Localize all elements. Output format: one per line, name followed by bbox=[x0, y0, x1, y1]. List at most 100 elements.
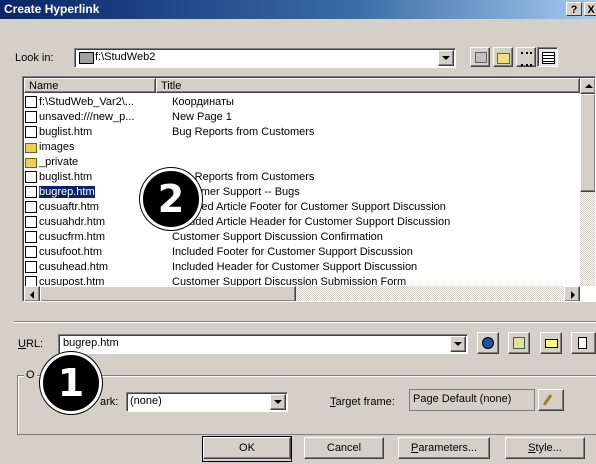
column-header-name[interactable]: Name bbox=[24, 78, 156, 93]
list-header: Name Title bbox=[24, 78, 580, 93]
list-item-name: _private bbox=[39, 155, 79, 168]
parameters-button[interactable]: Parameters... bbox=[398, 437, 490, 459]
globe-icon bbox=[482, 337, 494, 349]
list-item[interactable]: buglist.htm Bug Reports from Customers bbox=[24, 124, 314, 139]
bookmark-combo[interactable]: (none) bbox=[126, 392, 288, 412]
list-item-title: Included Article Footer for Customer Sup… bbox=[172, 200, 446, 213]
up-one-level-button[interactable] bbox=[470, 47, 490, 67]
optional-group-label: O bbox=[24, 369, 37, 381]
cancel-button[interactable]: Cancel bbox=[304, 437, 384, 459]
list-item-title: Included Footer for Customer Support Dis… bbox=[172, 245, 413, 258]
list-item-title: Координаты bbox=[172, 95, 234, 108]
scroll-up-button[interactable] bbox=[580, 78, 595, 94]
page-icon bbox=[25, 230, 37, 243]
chevron-left-icon bbox=[30, 291, 34, 299]
help-button[interactable]: ? bbox=[566, 2, 582, 16]
style-button[interactable]: Style... bbox=[505, 437, 585, 459]
folder-icon bbox=[25, 142, 37, 153]
scroll-left-button[interactable] bbox=[24, 286, 40, 301]
horizontal-scroll-thumb[interactable] bbox=[40, 286, 296, 301]
list-item-name: cusuhead.htm bbox=[39, 260, 109, 273]
page-icon bbox=[25, 275, 37, 286]
page-icon bbox=[25, 170, 37, 183]
chevron-down-icon bbox=[454, 342, 462, 346]
list-item-title: Customer Support Discussion Confirmation bbox=[172, 230, 383, 243]
close-button[interactable]: X bbox=[584, 2, 596, 16]
window-title: Create Hyperlink bbox=[4, 2, 100, 16]
annotation-badge-2: 2 bbox=[140, 168, 202, 230]
list-item-name: unsaved:///new_p... bbox=[39, 110, 135, 123]
list-item[interactable]: _private bbox=[24, 154, 172, 169]
list-rows: f:\StudWeb_Var2\... Координаты unsaved:///… bbox=[24, 94, 580, 286]
look-in-value: f:\StudWeb2 bbox=[95, 51, 156, 63]
list-item[interactable]: cusuahdr.htm Included Article Header for … bbox=[24, 214, 450, 229]
list-item-name: cusufoot.htm bbox=[39, 245, 102, 258]
folder-up-icon bbox=[475, 52, 487, 63]
new-folder-icon bbox=[497, 53, 510, 64]
chevron-right-icon bbox=[571, 291, 575, 299]
vertical-scrollbar[interactable] bbox=[580, 78, 595, 286]
folder-search-icon bbox=[513, 337, 525, 349]
url-label: URL: bbox=[18, 338, 44, 350]
page-icon bbox=[25, 185, 37, 198]
horizontal-scrollbar[interactable] bbox=[24, 286, 580, 301]
list-item[interactable]: cusufoot.htm Included Footer for Customer… bbox=[24, 244, 413, 259]
list-item-name: buglist.htm bbox=[39, 125, 93, 138]
details-view-button[interactable] bbox=[537, 47, 558, 67]
scroll-right-button[interactable] bbox=[564, 286, 580, 301]
browse-web-button[interactable] bbox=[477, 332, 499, 354]
list-item[interactable]: cusuhead.htm Included Header for Customer… bbox=[24, 259, 417, 274]
separator bbox=[14, 321, 596, 323]
list-item[interactable]: cusupost.htm Customer Support Discussion … bbox=[24, 274, 406, 286]
file-list[interactable]: Name Title f:\StudWeb_Var2\... Координаты… bbox=[22, 76, 596, 302]
page-icon bbox=[25, 260, 37, 273]
page-icon bbox=[25, 215, 37, 228]
list-item-title: Customer Support Discussion Submission F… bbox=[172, 275, 407, 287]
vertical-scroll-thumb[interactable] bbox=[580, 94, 595, 192]
bookmark-label: ark: bbox=[100, 396, 119, 408]
ok-button[interactable]: OK bbox=[203, 437, 291, 459]
target-frame-label: Target frame: bbox=[330, 396, 395, 408]
chevron-down-icon bbox=[274, 400, 282, 404]
bookmark-value: (none) bbox=[130, 395, 162, 407]
bookmark-dropdown-button[interactable] bbox=[270, 394, 286, 410]
list-item-title: Included Header for Customer Support Dis… bbox=[172, 260, 418, 273]
new-page-icon bbox=[578, 337, 587, 349]
url-dropdown-button[interactable] bbox=[450, 336, 466, 352]
list-item-title: Included Article Header for Customer Sup… bbox=[172, 215, 451, 228]
folder-icon bbox=[25, 157, 37, 168]
page-icon bbox=[25, 245, 37, 258]
target-frame-value: Page Default (none) bbox=[413, 393, 512, 405]
target-frame-picker-button[interactable] bbox=[538, 389, 564, 411]
list-item[interactable]: cusucfrm.htm Customer Support Discussion … bbox=[24, 229, 383, 244]
list-item[interactable]: unsaved:///new_p... New Page 1 bbox=[24, 109, 232, 124]
new-page-button[interactable] bbox=[571, 332, 596, 354]
list-icon bbox=[521, 52, 532, 66]
pencil-icon bbox=[542, 394, 553, 406]
url-combo[interactable]: bugrep.htm bbox=[58, 334, 468, 354]
list-item[interactable]: cusuaftr.htm Included Article Footer for … bbox=[24, 199, 446, 214]
look-in-dropdown-button[interactable] bbox=[438, 50, 454, 66]
chevron-down-icon bbox=[442, 56, 450, 60]
chevron-up-icon bbox=[585, 84, 593, 88]
url-input[interactable]: bugrep.htm bbox=[63, 337, 119, 349]
page-edit-icon bbox=[25, 110, 37, 123]
new-folder-button[interactable] bbox=[493, 47, 513, 67]
email-button[interactable] bbox=[540, 332, 562, 354]
look-in-combo[interactable]: f:\StudWeb2 bbox=[74, 48, 456, 68]
list-item-name: images bbox=[39, 140, 75, 153]
envelope-icon bbox=[545, 339, 558, 348]
list-item[interactable]: images bbox=[24, 139, 172, 154]
list-item-title: Bug Reports from Customers bbox=[172, 125, 315, 138]
page-edit-icon bbox=[25, 125, 37, 138]
ok-button-frame: OK bbox=[202, 436, 292, 462]
browse-file-button[interactable] bbox=[508, 332, 530, 354]
list-view-button[interactable] bbox=[516, 47, 536, 67]
list-item-name: cusucfrm.htm bbox=[39, 230, 106, 243]
list-item-title: New Page 1 bbox=[172, 110, 232, 123]
page-edit-icon bbox=[25, 95, 37, 108]
target-frame-field: Page Default (none) bbox=[409, 389, 535, 411]
column-header-title[interactable]: Title bbox=[156, 78, 580, 93]
list-item[interactable]: f:\StudWeb_Var2\... Координаты bbox=[24, 94, 234, 109]
look-in-label: Look in: bbox=[15, 52, 54, 64]
